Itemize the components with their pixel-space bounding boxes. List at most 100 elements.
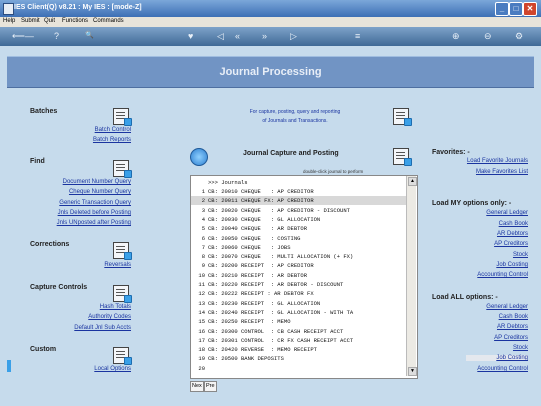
all-accounting-control-link[interactable]: Accounting Control bbox=[477, 366, 528, 372]
default-jnl-sub-accts-link[interactable]: Default Jnl Sub Accts bbox=[74, 325, 131, 331]
journal-row[interactable]: 5 CB: 20040 CHEQUE : AR DEBTOR bbox=[191, 224, 407, 233]
last-icon[interactable]: ▷ bbox=[290, 31, 297, 42]
all-general-ledger-link[interactable]: General Ledger bbox=[486, 304, 528, 310]
journal-row[interactable]: 4 CB: 20030 CHEQUE : GL ALLOCATION bbox=[191, 215, 407, 224]
page-title: Journal Processing bbox=[219, 66, 322, 78]
authority-codes-link[interactable]: Authority Codes bbox=[88, 314, 131, 320]
all-cash-book-link[interactable]: Cash Book bbox=[499, 314, 528, 320]
side-tab-marker[interactable] bbox=[7, 360, 11, 372]
cheque-number-query-link[interactable]: Cheque Number Query bbox=[69, 189, 131, 195]
batches-icon[interactable] bbox=[113, 108, 132, 126]
reversals-link[interactable]: Reversals bbox=[104, 262, 131, 268]
journal-row[interactable]: 9 CB: 20200 RECEIPT : AP CREDITOR bbox=[191, 261, 407, 270]
prev-tab-button[interactable]: Pre bbox=[204, 381, 217, 392]
next-tab-button[interactable]: Nex bbox=[190, 381, 204, 392]
jnls-deleted-link[interactable]: Jnls Deleted before Posting bbox=[58, 210, 131, 216]
all-ap-creditors-link[interactable]: AP Creditors bbox=[494, 335, 528, 341]
jnls-unposted-link[interactable]: Jnls UNposted after Posting bbox=[57, 220, 131, 226]
info-doc-icon[interactable] bbox=[393, 108, 412, 126]
row-text: CB: 20060 CHEQUE : JOBS bbox=[208, 243, 291, 251]
journal-list[interactable]: >>> Journals 1 CB: 20010 CHEQUE : AP CRED… bbox=[190, 175, 418, 379]
my-accounting-control-link[interactable]: Accounting Control bbox=[477, 272, 528, 278]
first-icon[interactable]: ◁ bbox=[217, 31, 224, 42]
vertical-scrollbar[interactable]: ▲ ▼ bbox=[406, 176, 417, 376]
custom-icon[interactable] bbox=[113, 347, 132, 365]
close-button[interactable]: ✕ bbox=[523, 2, 537, 16]
menu-bar: Help Submit Quit Functions Commands bbox=[0, 17, 541, 27]
my-ar-debtors-link[interactable]: AR Debtors bbox=[497, 231, 528, 237]
my-ap-creditors-link[interactable]: AP Creditors bbox=[494, 241, 528, 247]
journal-row[interactable]: 15 CB: 20250 RECEIPT : MEMO bbox=[191, 317, 407, 326]
batch-control-link[interactable]: Batch Control bbox=[95, 127, 131, 133]
journal-row[interactable]: 16 CB: 20300 CONTROL : CB CASH RECEIPT AC… bbox=[191, 327, 407, 336]
menu-functions[interactable]: Functions bbox=[62, 18, 88, 24]
next-icon[interactable]: » bbox=[262, 31, 267, 41]
hash-totals-link[interactable]: Hash Totals bbox=[100, 304, 131, 310]
custom-heading: Custom bbox=[30, 346, 57, 353]
row-text: CB: 20011 CHEQUE FX: AP CREDITOR bbox=[208, 197, 314, 205]
generic-transaction-query-link[interactable]: Generic Transaction Query bbox=[59, 200, 131, 206]
my-stock-link[interactable]: Stock bbox=[513, 252, 528, 258]
menu-commands[interactable]: Commands bbox=[93, 18, 124, 24]
help-icon[interactable]: ? bbox=[54, 31, 59, 41]
journal-row[interactable]: 3 CB: 20020 CHEQUE : AP CREDITOR - DISCOU… bbox=[191, 206, 407, 215]
journal-row[interactable]: 12 CB: 20222 RECEIPT : AR DEBTOR FX bbox=[191, 289, 407, 298]
load-all-heading: Load ALL options: - bbox=[432, 294, 498, 301]
all-stock-link[interactable]: Stock bbox=[513, 345, 528, 351]
journal-row[interactable]: 6 CB: 20050 CHEQUE : COSTING bbox=[191, 234, 407, 243]
find-heading: Find bbox=[30, 158, 45, 165]
journal-row[interactable]: 11 CB: 20220 RECEIPT : AR DEBTOR - DISCOU… bbox=[191, 280, 407, 289]
favorite-icon[interactable]: ♥ bbox=[188, 31, 193, 41]
row-number: 7 bbox=[201, 243, 205, 251]
document-number-query-link[interactable]: Document Number Query bbox=[63, 179, 131, 185]
journal-row[interactable]: 2 CB: 20011 CHEQUE FX: AP CREDITOR bbox=[191, 196, 407, 206]
maximize-button[interactable]: □ bbox=[509, 2, 523, 16]
settings-icon[interactable]: ⚙ bbox=[515, 31, 523, 42]
journal-row[interactable]: 20 bbox=[191, 364, 407, 373]
scroll-up-icon[interactable]: ▲ bbox=[408, 177, 417, 186]
capture-controls-icon[interactable] bbox=[113, 285, 132, 303]
back-arrow-icon[interactable]: ⟵— bbox=[12, 31, 34, 42]
all-ar-debtors-link[interactable]: AR Debtors bbox=[497, 324, 528, 330]
scroll-down-icon[interactable]: ▼ bbox=[408, 367, 417, 376]
minimize-button[interactable]: _ bbox=[495, 2, 509, 16]
capture-doc-icon[interactable] bbox=[393, 148, 412, 166]
journal-row[interactable]: 13 CB: 20230 RECEIPT : GL ALLOCATION bbox=[191, 299, 407, 308]
search-icon[interactable]: 🔍 bbox=[85, 31, 94, 39]
menu-quit[interactable]: Quit bbox=[44, 18, 55, 24]
my-cash-book-link[interactable]: Cash Book bbox=[499, 221, 528, 227]
batch-reports-link[interactable]: Batch Reports bbox=[93, 137, 131, 143]
journal-row[interactable]: 7 CB: 20060 CHEQUE : JOBS bbox=[191, 243, 407, 252]
menu-help[interactable]: Help bbox=[3, 18, 15, 24]
row-text: CB: 20240 RECEIPT : GL ALLOCATION - WITH… bbox=[208, 308, 354, 316]
my-job-costing-link[interactable]: Job Costing bbox=[496, 262, 528, 268]
add-icon[interactable]: ⊕ bbox=[452, 31, 460, 42]
journal-row[interactable]: 18 CB: 20420 REVERSE : MEMO RECEIPT bbox=[191, 345, 407, 354]
local-options-link[interactable]: Local Options bbox=[94, 366, 131, 372]
journal-row[interactable]: 8 CB: 20070 CHEQUE : MULTI ALLOCATION (+ … bbox=[191, 252, 407, 261]
journal-row[interactable]: 10 CB: 20210 RECEIPT : AR DEBTOR bbox=[191, 271, 407, 280]
prev-icon[interactable]: « bbox=[235, 31, 240, 41]
journal-row[interactable]: 14 CB: 20240 RECEIPT : GL ALLOCATION - WI… bbox=[191, 308, 407, 317]
journal-row[interactable]: 1 CB: 20010 CHEQUE : AP CREDITOR bbox=[191, 187, 407, 196]
row-number: 13 bbox=[198, 299, 205, 307]
all-job-costing-link[interactable]: Job Costing bbox=[466, 355, 528, 361]
list-icon[interactable]: ≡ bbox=[355, 31, 360, 41]
load-favorite-journals-link[interactable]: Load Favorite Journals bbox=[467, 158, 528, 164]
row-text: CB: 20210 RECEIPT : AR DEBTOR bbox=[208, 271, 308, 279]
row-text: CB: 20230 RECEIPT : GL ALLOCATION bbox=[208, 299, 321, 307]
make-favorites-list-link[interactable]: Make Favorites List bbox=[476, 169, 528, 175]
row-number: 15 bbox=[198, 318, 205, 326]
journal-row[interactable]: 19 CB: 20500 BANK DEPOSITS bbox=[191, 354, 407, 363]
help-circle-icon[interactable] bbox=[190, 148, 208, 166]
row-number: 1 bbox=[201, 188, 205, 195]
app-icon bbox=[3, 3, 14, 15]
my-general-ledger-link[interactable]: General Ledger bbox=[486, 210, 528, 216]
menu-submit[interactable]: Submit bbox=[21, 18, 40, 24]
remove-icon[interactable]: ⊖ bbox=[484, 31, 492, 42]
double-click-hint: double-click journal to perform bbox=[303, 169, 364, 174]
find-icon[interactable] bbox=[113, 160, 132, 178]
journal-row[interactable]: 17 CB: 20301 CONTROL : CR FX CASH RECEIPT… bbox=[191, 336, 407, 345]
corrections-icon[interactable] bbox=[113, 242, 132, 260]
row-text: CB: 20300 CONTROL : CB CASH RECEIPT ACCT bbox=[208, 327, 344, 335]
